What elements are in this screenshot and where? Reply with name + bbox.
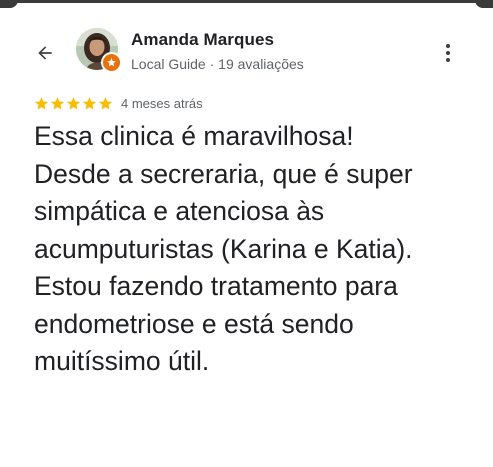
arrow-back-icon — [38, 46, 52, 60]
screen-corner-left — [0, 0, 18, 8]
review-time: 4 meses atrás — [121, 95, 203, 111]
star-icon — [34, 96, 49, 110]
local-guide-badge-icon — [101, 52, 122, 73]
more-vertical-icon — [446, 44, 450, 48]
review-header: Amanda Marques Local Guide · 19 avaliaçõ… — [0, 22, 493, 78]
star-icon — [50, 96, 65, 110]
star-icon — [66, 96, 81, 110]
back-button[interactable] — [30, 38, 60, 68]
screen-corner-right — [475, 0, 493, 8]
rating-row: 4 meses atrás — [34, 94, 203, 112]
reviewer-name[interactable]: Amanda Marques — [131, 30, 274, 50]
more-options-button[interactable] — [436, 38, 460, 68]
reviewer-meta[interactable]: Local Guide · 19 avaliações — [131, 56, 304, 72]
review-text: Essa clinica é maravilhosa! Desde a secr… — [34, 121, 413, 376]
top-edge — [0, 0, 493, 3]
reviewer-avatar-container[interactable] — [76, 28, 122, 73]
star-icon — [98, 96, 113, 110]
star-icon — [82, 96, 97, 110]
review-screen: Amanda Marques Local Guide · 19 avaliaçõ… — [0, 0, 493, 467]
star-rating — [34, 96, 113, 111]
